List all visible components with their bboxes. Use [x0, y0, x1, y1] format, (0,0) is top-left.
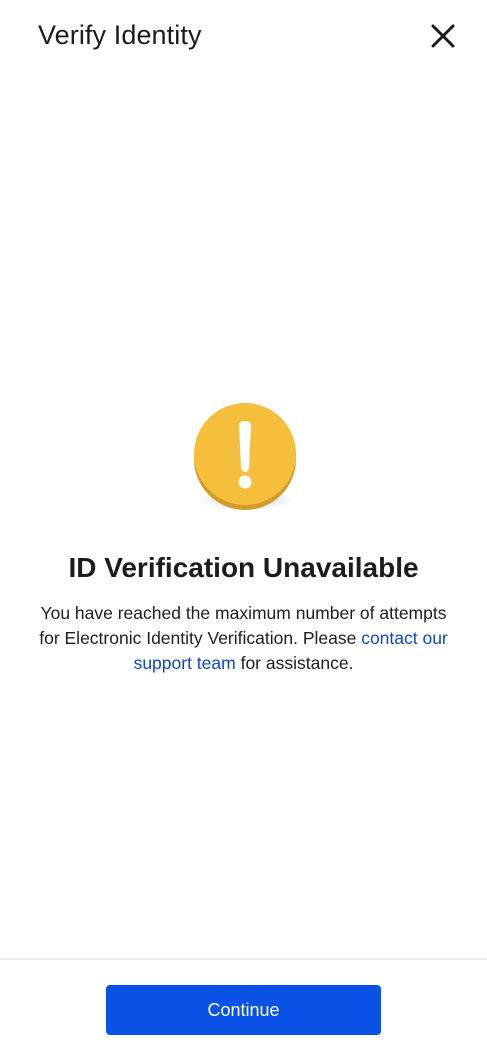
- exclamation-icon: [194, 403, 296, 510]
- close-icon: [431, 24, 455, 48]
- message-text-part2: for assistance.: [235, 653, 354, 673]
- verify-identity-screen: Verify Identity ID Verification Unavaila…: [0, 0, 487, 1055]
- header: Verify Identity: [0, 0, 487, 74]
- alert-title: ID Verification Unavailable: [68, 552, 419, 583]
- close-button[interactable]: [423, 16, 463, 56]
- footer-divider: [0, 958, 487, 960]
- page-title: Verify Identity: [38, 20, 202, 50]
- continue-button[interactable]: Continue: [106, 985, 381, 1035]
- alert-message: You have reached the maximum number of a…: [30, 601, 457, 676]
